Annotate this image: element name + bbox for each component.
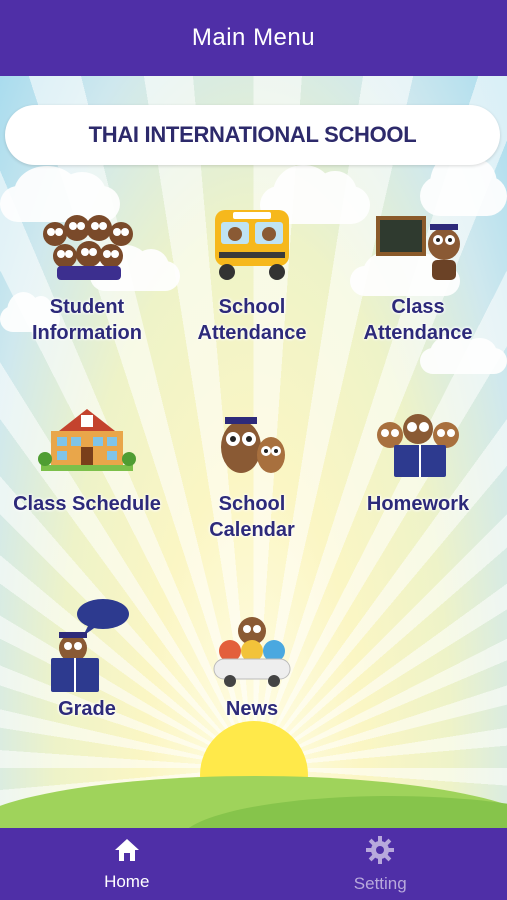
gear-icon (365, 835, 395, 870)
cloud-decoration (420, 333, 507, 374)
school-name: THAI INTERNATIONAL SCHOOL (88, 122, 417, 147)
menu-class-schedule[interactable]: Class Schedule (3, 391, 171, 517)
owl-car-news-icon (197, 596, 307, 696)
school-name-banner: THAI INTERNATIONAL SCHOOL (5, 105, 500, 165)
bottom-navigation: Home Setting (0, 828, 507, 900)
menu-label: Student Information (32, 296, 142, 344)
owl-speech-bubble-icon (32, 596, 142, 696)
school-building-icon (32, 391, 142, 491)
menu-grade[interactable]: Grade (3, 596, 171, 722)
nav-setting[interactable]: Setting (254, 828, 507, 900)
home-icon (113, 837, 141, 868)
owl-teacher-blackboard-icon (363, 194, 473, 294)
owl-pair-icon (197, 391, 307, 491)
menu-label: School Calendar (209, 493, 295, 541)
menu-label: Class Schedule (13, 493, 161, 515)
main-menu-content: THAI INTERNATIONAL SCHOOL Student Inform… (0, 76, 507, 828)
menu-class-attendance[interactable]: Class Attendance (334, 194, 502, 346)
menu-news[interactable]: News (168, 596, 336, 722)
page-title: Main Menu (191, 24, 316, 51)
menu-school-attendance[interactable]: School Attendance (168, 194, 336, 346)
menu-label: Grade (58, 698, 116, 720)
app-bar: Main Menu (0, 0, 507, 76)
owl-reading-book-icon (363, 391, 473, 491)
menu-homework[interactable]: Homework (334, 391, 502, 517)
nav-home-label: Home (104, 871, 150, 891)
menu-school-calendar[interactable]: School Calendar (168, 391, 336, 543)
owl-students-icon (32, 194, 142, 294)
menu-student-information[interactable]: Student Information (3, 194, 171, 346)
menu-label: Homework (366, 493, 470, 515)
menu-label: News (225, 698, 279, 720)
menu-label: Class Attendance (363, 296, 473, 344)
menu-label: School Attendance (197, 296, 307, 344)
nav-home[interactable]: Home (0, 828, 254, 900)
nav-setting-label: Setting (353, 873, 407, 893)
school-bus-icon (197, 194, 307, 294)
